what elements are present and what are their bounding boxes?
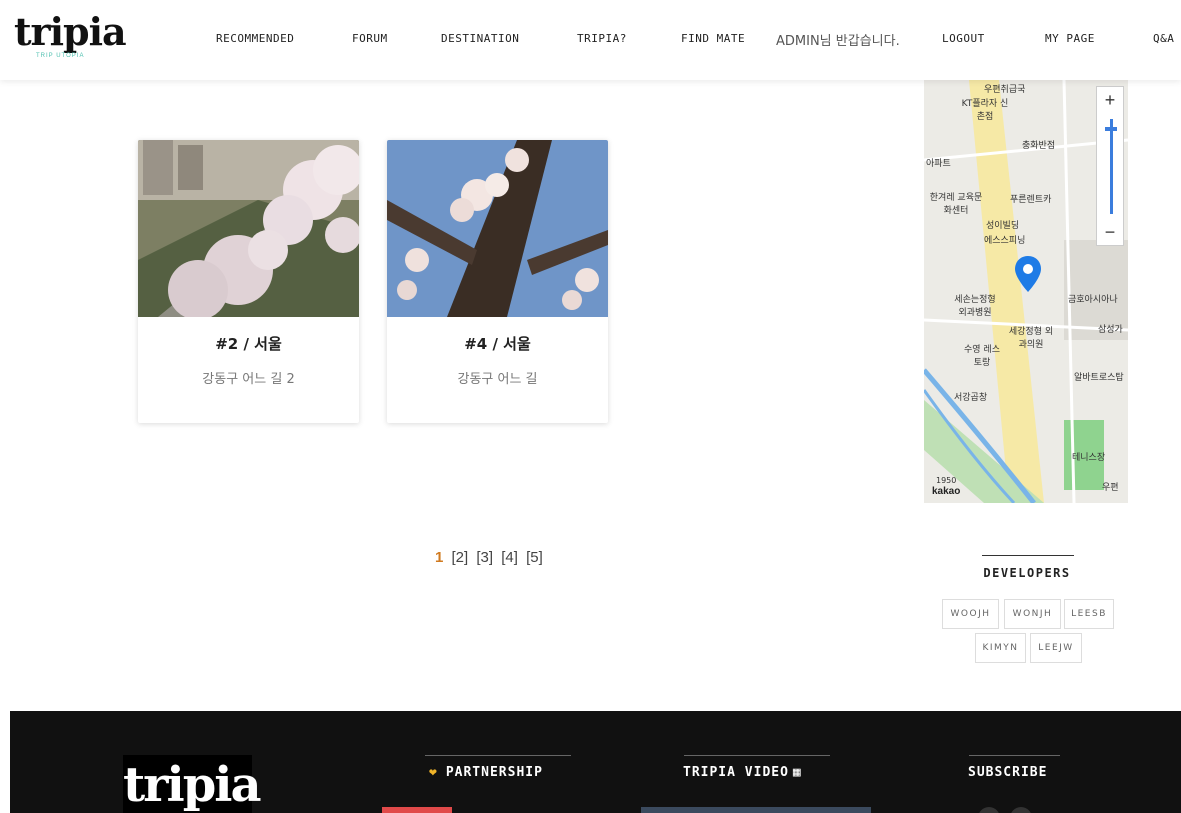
- card-photo-cherry-blossom-tree[interactable]: [387, 140, 608, 317]
- card-address: 강동구 어느 길: [457, 372, 538, 387]
- nav-recommended[interactable]: RECOMMENDED: [216, 32, 294, 45]
- map-label: 우편: [1102, 483, 1119, 493]
- social-icon[interactable]: [978, 807, 1000, 813]
- zoom-out-button[interactable]: −: [1097, 219, 1123, 245]
- divider: [969, 755, 1060, 756]
- footer-partnership-heading: ❤ PARTNERSHIP: [429, 765, 543, 780]
- page-link[interactable]: [2]: [452, 549, 469, 566]
- pagination: 1 [2] [3] [4] [5]: [435, 549, 547, 566]
- nav-forum[interactable]: FORUM: [352, 32, 388, 45]
- divider: [425, 755, 571, 756]
- footer-subscribe-heading: SUBSCRIBE: [968, 765, 1048, 780]
- map-label: 성이빌딩: [986, 221, 1020, 231]
- nav-find-mate[interactable]: FIND MATE: [681, 32, 745, 45]
- site-footer: tripia ❤ PARTNERSHIP TRIPIA VIDEO ▦ SUBSCR…: [10, 711, 1181, 813]
- nav-tripia[interactable]: TRIPIA?: [577, 32, 627, 45]
- nav-qa[interactable]: Q&A: [1153, 32, 1174, 45]
- map-label: KT플라자 신촌점: [961, 99, 1009, 122]
- map-marker-icon[interactable]: [1015, 256, 1041, 292]
- map-label: 푸른렌트카: [1010, 195, 1052, 205]
- card-photo-cherry-blossom-street[interactable]: [138, 140, 359, 317]
- developers-title: DEVELOPERS: [983, 566, 1071, 580]
- place-card[interactable]: #4 / 서울 강동구 어느 길: [387, 140, 608, 423]
- map-label: 에스스피닝: [984, 236, 1026, 246]
- map-label: 우편취급국: [984, 85, 1026, 95]
- developer-tag[interactable]: WOOJH: [942, 599, 999, 629]
- partner-logo[interactable]: [382, 807, 452, 813]
- map-label: 수영 레스토랑: [964, 345, 1000, 368]
- video-thumbnail[interactable]: [641, 807, 871, 813]
- user-greeting: ADMIN님 반갑습니다.: [776, 34, 900, 49]
- partnership-label: PARTNERSHIP: [445, 765, 543, 780]
- page-link[interactable]: [3]: [476, 549, 493, 566]
- map-zoom-control: + −: [1096, 86, 1124, 246]
- map-label: 테니스장: [1072, 453, 1106, 463]
- page-link[interactable]: [5]: [526, 549, 543, 566]
- place-card[interactable]: #2 / 서울 강동구 어느 길 2: [138, 140, 359, 423]
- zoom-in-button[interactable]: +: [1097, 87, 1123, 113]
- map-label: 삼성가: [1098, 325, 1123, 335]
- developer-tag[interactable]: WONJH: [1004, 599, 1061, 629]
- map-label: 금호아시아나: [1068, 295, 1118, 305]
- footer-video-heading: TRIPIA VIDEO ▦: [683, 765, 802, 780]
- map-label: 서강곱창: [954, 393, 988, 403]
- page-current[interactable]: 1: [435, 549, 443, 566]
- map-attribution: kakao: [932, 486, 961, 497]
- developer-tag[interactable]: LEESB: [1064, 599, 1114, 629]
- card-title: #4 / 서울: [464, 335, 531, 353]
- nav-my-page[interactable]: MY PAGE: [1045, 32, 1095, 45]
- logo-tagline: TRIP UTOPIA: [36, 53, 85, 59]
- site-header: tripia TRIP UTOPIA RECOMMENDED FORUM DES…: [0, 0, 1181, 80]
- map-label: 세강정형 외과의원: [1008, 327, 1054, 350]
- map-scale: 1950: [936, 476, 957, 485]
- zoom-slider-track[interactable]: [1110, 119, 1113, 214]
- map-label: 충화반점: [1022, 141, 1056, 151]
- page-link[interactable]: [4]: [501, 549, 518, 566]
- card-title: #2 / 서울: [215, 335, 282, 353]
- heart-icon: ❤: [429, 765, 438, 780]
- site-logo[interactable]: tripia: [14, 12, 127, 52]
- social-icon[interactable]: [1010, 807, 1032, 813]
- developer-tag[interactable]: KIMYN: [975, 633, 1026, 663]
- map-label: 아파트: [926, 159, 951, 169]
- footer-logo[interactable]: tripia: [123, 755, 262, 813]
- developer-tag[interactable]: LEEJW: [1030, 633, 1082, 663]
- film-icon: ▦: [792, 765, 802, 780]
- card-address: 강동구 어느 길 2: [202, 372, 295, 387]
- video-label: TRIPIA VIDEO: [683, 765, 789, 780]
- kakao-map[interactable]: 우편취급국 KT플라자 신촌점 충화반점 아파트 한겨레 교육문화센터 푸른렌트…: [924, 80, 1128, 503]
- divider: [982, 555, 1074, 556]
- zoom-slider-handle[interactable]: [1105, 127, 1117, 131]
- nav-logout[interactable]: LOGOUT: [942, 32, 985, 45]
- divider: [684, 755, 830, 756]
- map-label: 한겨레 교육문화센터: [929, 193, 983, 216]
- map-label: 세손는정형 외과병원: [954, 295, 996, 318]
- map-label: 알바트로스탑: [1074, 373, 1124, 383]
- nav-destination[interactable]: DESTINATION: [441, 32, 519, 45]
